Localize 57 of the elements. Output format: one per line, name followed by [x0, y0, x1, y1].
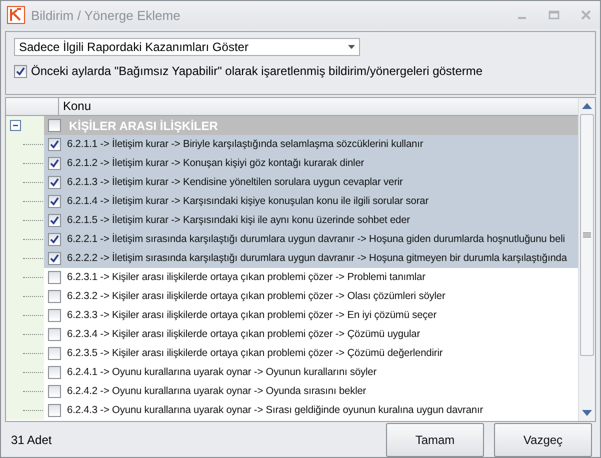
checkbox[interactable] — [48, 385, 61, 398]
row-label: 6.2.2.2 -> İletişim sırasında karşılaştığı durumlara uygun davranır -> Hoşuna gitmeyen bir durumla karşılaştığında — [67, 253, 567, 264]
column-header-label[interactable]: Konu — [59, 98, 578, 115]
grip-icon — [583, 232, 591, 238]
scroll-up-icon[interactable] — [582, 102, 592, 110]
checkbox[interactable] — [48, 404, 61, 417]
row-label: 6.2.1.4 -> İletişim kurar -> Karşısındaki kişiye konuşulan konu ile ilgili sorular sorar — [67, 196, 429, 207]
checkbox[interactable] — [48, 138, 61, 151]
checkbox-label: Önceki aylarda "Bağımsız Yapabilir" olarak işaretlenmiş bildirim/yönergeleri gösterme — [31, 64, 483, 78]
scrollbar[interactable] — [578, 98, 595, 421]
filter-dropdown[interactable]: Sadece İlgili Rapordaki Kazanımları Göster — [14, 38, 360, 56]
tree-row[interactable]: 6.2.2.2 -> İletişim sırasında karşılaştığı durumlara uygun davranır -> Hoşuna gitmeyen bir durumla karşılaştığında — [44, 249, 578, 268]
row-label: 6.2.3.1 -> Kişiler arası ilişkilerde ortaya çıkan problemi çözer -> Problemi tanımlar — [67, 272, 426, 283]
checkbox[interactable] — [48, 176, 61, 189]
scroll-down-icon[interactable] — [582, 409, 592, 417]
close-icon[interactable] — [580, 9, 592, 21]
tree-row[interactable]: 6.2.2.1 -> İletişim sırasında karşılaştığı durumlara uygun davranır -> Hoşuna giden durumlarda hoşnutluğunu beli — [44, 230, 578, 249]
maximize-icon[interactable] — [548, 9, 560, 21]
row-label: 6.2.4.2 -> Oyunu kurallarına uyarak oynar -> Oyunda sırasını bekler — [67, 386, 366, 397]
tree-row[interactable]: 6.2.1.2 -> İletişim kurar -> Konuşan kişiyi göz kontağı kurarak dinler — [44, 154, 578, 173]
checkbox[interactable] — [14, 64, 27, 78]
row-label: 6.2.2.1 -> İletişim sırasında karşılaştığı durumlara uygun davranır -> Hoşuna giden durumlarda hoşnutluğunu beli — [67, 234, 565, 245]
caret-icon — [348, 45, 355, 49]
checkbox[interactable] — [48, 271, 61, 284]
checkbox[interactable] — [48, 119, 61, 132]
checkbox[interactable] — [48, 328, 61, 341]
tree-row[interactable]: 6.2.1.3 -> İletişim kurar -> Kendisine yöneltilen sorulara uygun cevaplar verir — [44, 173, 578, 192]
tree-row[interactable]: 6.2.1.5 -> İletişim kurar -> Karşısındaki kişi ile aynı konu üzerinde sohbet eder — [44, 211, 578, 230]
checkbox[interactable] — [48, 347, 61, 360]
row-label: 6.2.3.4 -> Kişiler arası ilişkilerde ortaya çıkan problemi çözer -> Çözümü uygular — [67, 329, 420, 340]
checkbox[interactable] — [48, 214, 61, 227]
checkbox[interactable] — [48, 252, 61, 265]
checkbox[interactable] — [48, 366, 61, 379]
row-label: 6.2.1.2 -> İletişim kurar -> Konuşan kişiyi göz kontağı kurarak dinler — [67, 158, 364, 169]
row-label: 6.2.4.3 -> Oyunu kurallarına uyarak oynar -> Sırası geldiğinde oyunun kuralına uygun davranır — [67, 405, 483, 416]
checkbox[interactable] — [48, 195, 61, 208]
row-label: 6.2.1.3 -> İletişim kurar -> Kendisine yöneltilen sorulara uygun cevaplar verir — [67, 177, 403, 188]
checkbox[interactable] — [48, 309, 61, 322]
record-count: 31 Adet — [11, 432, 53, 446]
collapse-icon[interactable] — [10, 120, 21, 131]
row-label: 6.2.1.5 -> İletişim kurar -> Karşısındaki kişi ile aynı konu üzerinde sohbet eder — [67, 215, 410, 226]
cancel-button[interactable]: Vazgeç — [494, 422, 592, 456]
row-label: 6.2.3.3 -> Kişiler arası ilişkilerde ortaya çıkan problemi çözer -> En iyi çözümü seçer — [67, 310, 437, 321]
ok-button[interactable]: Tamam — [386, 422, 484, 456]
app-logo-icon — [7, 6, 25, 24]
row-label: 6.2.4.1 -> Oyunu kurallarına uyarak oynar -> Oyunun kurallarını söyler — [67, 367, 377, 378]
scroll-thumb[interactable] — [580, 114, 594, 356]
row-label: 6.2.1.1 -> İletişim kurar -> Biriyle karşılaştığında selamlaşma sözcüklerini kullanır — [67, 139, 424, 150]
checkbox[interactable] — [48, 290, 61, 303]
row-label: 6.2.3.5 -> Kişiler arası ilişkilerde ortaya çıkan problemi çözer -> Çözümü değerlendirir — [67, 348, 443, 359]
tree-row[interactable]: 6.2.1.1 -> İletişim kurar -> Biriyle karşılaştığında selamlaşma sözcüklerini kullanır — [44, 135, 578, 154]
group-label: KİŞİLER ARASI İLİŞKİLER — [69, 118, 218, 132]
tree-row[interactable]: 6.2.1.4 -> İletişim kurar -> Karşısındaki kişiye konuşulan konu ile ilgili sorular sorar — [44, 192, 578, 211]
checkbox[interactable] — [48, 157, 61, 170]
row-label: 6.2.3.2 -> Kişiler arası ilişkilerde ortaya çıkan problemi çözer -> Olası çözümleri söyler — [67, 291, 446, 302]
window-title: Bildirim / Yönerge Ekleme — [31, 8, 182, 22]
checkbox[interactable] — [48, 233, 61, 246]
